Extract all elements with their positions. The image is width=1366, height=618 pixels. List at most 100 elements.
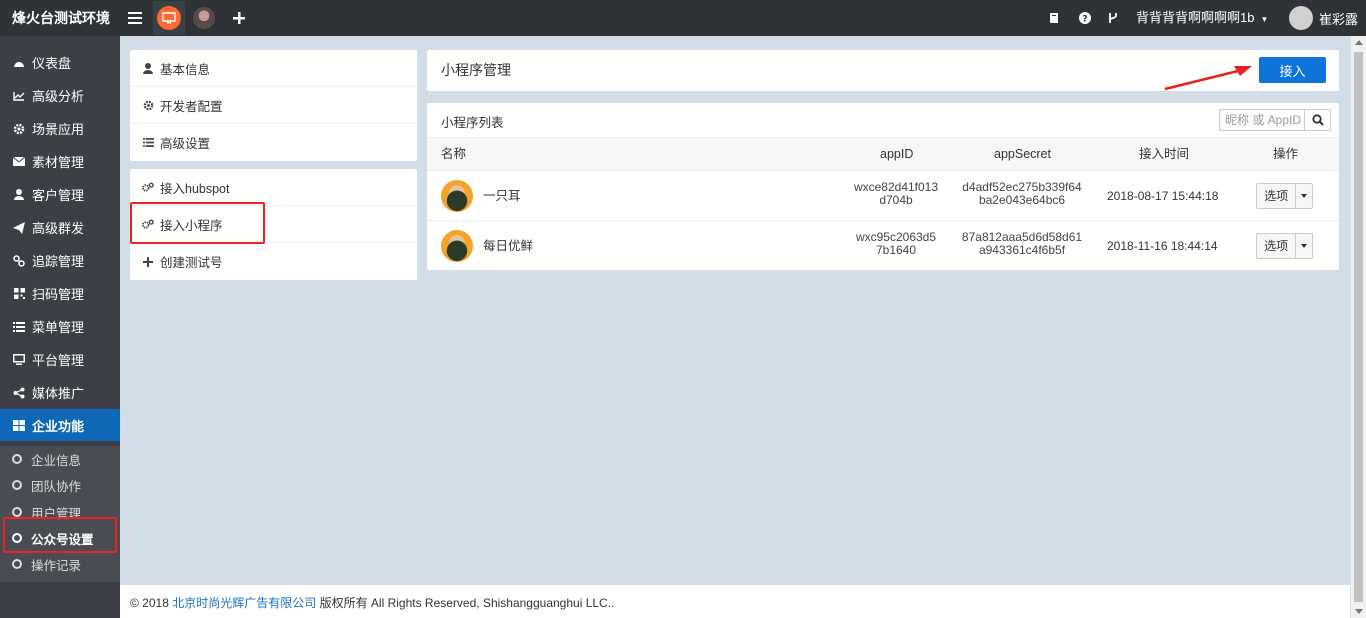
sidebar-item-label: 素材管理 <box>32 155 85 170</box>
sidebar-item-label: 客户管理 <box>32 188 85 203</box>
column-header-appsecret: appSecret <box>994 147 1051 161</box>
share-icon <box>12 387 26 399</box>
sidebar-subitem-team[interactable]: 团队协作 <box>0 472 120 498</box>
avatar-icon[interactable] <box>192 0 216 36</box>
column-header-name: 名称 <box>441 147 467 161</box>
sidebar-item-platform[interactable]: 平台管理 <box>0 343 120 376</box>
nav-basic-info[interactable]: 基本信息 <box>130 50 417 87</box>
table-row: 一只耳 wxce82d41f013 d704b d4adf52ec275b339… <box>427 171 1339 221</box>
sidebar-item-materials[interactable]: 素材管理 <box>0 145 120 178</box>
paper-plane-icon <box>12 221 26 234</box>
sidebar-item-promotion[interactable]: 媒体推广 <box>0 376 120 409</box>
user-name: 崔彩露 <box>1319 11 1359 27</box>
page-title: 小程序管理 <box>441 62 511 78</box>
envelope-icon <box>12 157 26 166</box>
sidebar-item-menu[interactable]: 菜单管理 <box>0 310 120 343</box>
column-header-time: 接入时间 <box>1139 147 1190 161</box>
sidebar-item-qrcode[interactable]: 扫码管理 <box>0 277 120 310</box>
circle-icon <box>12 480 22 490</box>
footer-company-link[interactable]: 北京时尚光辉广告有限公司 <box>172 596 316 610</box>
sidebar-item-analytics[interactable]: 高级分析 <box>0 79 120 112</box>
top-bar: 烽火台测试环境 ? 背背背背啊啊啊啊1b ▾ 崔彩露 <box>0 0 1366 36</box>
nav-hubspot[interactable]: 接入hubspot <box>130 169 417 206</box>
qrcode-icon <box>12 288 26 299</box>
plus-icon <box>142 256 154 267</box>
gears-icon <box>142 182 154 193</box>
plus-icon[interactable] <box>230 0 248 36</box>
scroll-up-icon[interactable] <box>1355 40 1363 45</box>
app-logo-icon[interactable] <box>153 1 185 35</box>
sidebar-item-mass-send[interactable]: 高级群发 <box>0 211 120 244</box>
user-icon <box>12 189 26 200</box>
list-title: 小程序列表 <box>441 116 504 130</box>
page-scrollbar[interactable] <box>1350 36 1366 618</box>
sidebar-subitem-label: 操作记录 <box>31 558 82 573</box>
appsecret-value: d4adf52ec275b339f64 ba2e043e64bc6 <box>957 181 1087 207</box>
brand-title[interactable]: 烽火台测试环境 <box>12 0 110 36</box>
sidebar-subitem-company-info[interactable]: 企业信息 <box>0 446 120 472</box>
sidebar-item-label: 追踪管理 <box>32 254 85 269</box>
search-input[interactable] <box>1220 110 1304 130</box>
account-dropdown[interactable]: 背背背背啊啊啊啊1b ▾ <box>1136 0 1267 36</box>
dashboard-icon <box>12 58 26 68</box>
options-button[interactable]: 选项 <box>1257 184 1297 208</box>
options-dropdown[interactable]: 选项 <box>1256 233 1313 259</box>
sidebar-item-label: 扫码管理 <box>32 287 85 302</box>
grid-icon <box>12 419 26 431</box>
options-dropdown[interactable]: 选项 <box>1256 183 1313 209</box>
mini-program-list: 小程序列表 名称 appID appSecret 接入时间 操作 一只耳 wxc… <box>427 103 1339 270</box>
footer: © 2018 北京时尚光辉广告有限公司 版权所有 All Rights Rese… <box>120 584 1350 618</box>
sidebar-item-label: 企业功能 <box>32 418 85 434</box>
nav-label: 创建测试号 <box>160 256 223 270</box>
sidebar-item-scenes[interactable]: 场景应用 <box>0 112 120 145</box>
nav-label: 基本信息 <box>160 62 211 77</box>
sidebar-submenu: 企业信息 团队协作 用户管理 公众号设置 操作记录 <box>0 446 120 582</box>
connect-time: 2018-08-17 15:44:18 <box>1107 189 1219 203</box>
user-avatar <box>1289 6 1313 30</box>
appid-line: 7b1640 <box>875 243 917 257</box>
sidebar-item-label: 高级群发 <box>32 221 85 236</box>
sidebar-item-label: 高级分析 <box>32 89 85 104</box>
sidebar-item-customers[interactable]: 客户管理 <box>0 178 120 211</box>
sidebar-subitem-label: 团队协作 <box>31 479 82 494</box>
sidebar-item-enterprise[interactable]: 企业功能 <box>0 409 120 441</box>
nav-developer-config[interactable]: 开发者配置 <box>130 87 417 124</box>
mini-program-avatar <box>441 230 473 262</box>
menu-icon[interactable] <box>126 0 144 36</box>
appsecret-line: a943361c4f6b5f <box>978 243 1066 257</box>
sidebar-item-dashboard[interactable]: 仪表盘 <box>0 46 120 79</box>
nav-label: 高级设置 <box>160 137 211 151</box>
scroll-down-icon[interactable] <box>1355 609 1363 614</box>
footer-rights: 版权所有 All Rights Reserved, Shishangguangh… <box>316 596 615 610</box>
fork-icon[interactable] <box>1104 0 1122 36</box>
sidebar-item-label: 仪表盘 <box>32 56 72 71</box>
mini-program-name: 每日优鲜 <box>483 239 534 253</box>
sidebar-item-label: 菜单管理 <box>32 320 85 335</box>
table-row: 每日优鲜 wxc95c2063d5 7b1640 87a812aaa5d6d58… <box>427 221 1339 271</box>
help-icon[interactable]: ? <box>1076 0 1094 36</box>
caret-down-icon[interactable] <box>1296 234 1312 258</box>
user-icon <box>142 62 154 74</box>
sidebar-item-tracking[interactable]: 追踪管理 <box>0 244 120 277</box>
search-box <box>1219 109 1331 131</box>
nav-create-test-account[interactable]: 创建测试号 <box>130 243 417 280</box>
sidebar-item-label: 场景应用 <box>32 122 85 137</box>
nav-advanced-settings[interactable]: 高级设置 <box>130 124 417 161</box>
gear-icon <box>142 100 154 111</box>
footer-copyright: © 2018 <box>130 596 173 610</box>
connect-button[interactable]: 接入 <box>1259 57 1326 83</box>
account-name: 背背背背啊啊啊啊1b <box>1136 10 1255 25</box>
nav-label: 接入hubspot <box>160 181 230 196</box>
settings-nav-basic: 基本信息 开发者配置 高级设置 <box>130 50 417 161</box>
caret-down-icon[interactable] <box>1296 184 1312 208</box>
appid-value: wxc95c2063d5 7b1640 <box>851 231 941 257</box>
mini-program-name: 一只耳 <box>483 189 521 203</box>
search-icon[interactable] <box>1304 110 1330 130</box>
scrollbar-thumb[interactable] <box>1354 52 1363 602</box>
user-menu[interactable]: 崔彩露 <box>1289 0 1358 36</box>
line-chart-icon <box>12 91 26 101</box>
options-button[interactable]: 选项 <box>1257 234 1297 258</box>
book-icon[interactable] <box>1045 0 1063 36</box>
sidebar-subitem-logs[interactable]: 操作记录 <box>0 551 120 577</box>
circle-icon <box>12 507 22 517</box>
